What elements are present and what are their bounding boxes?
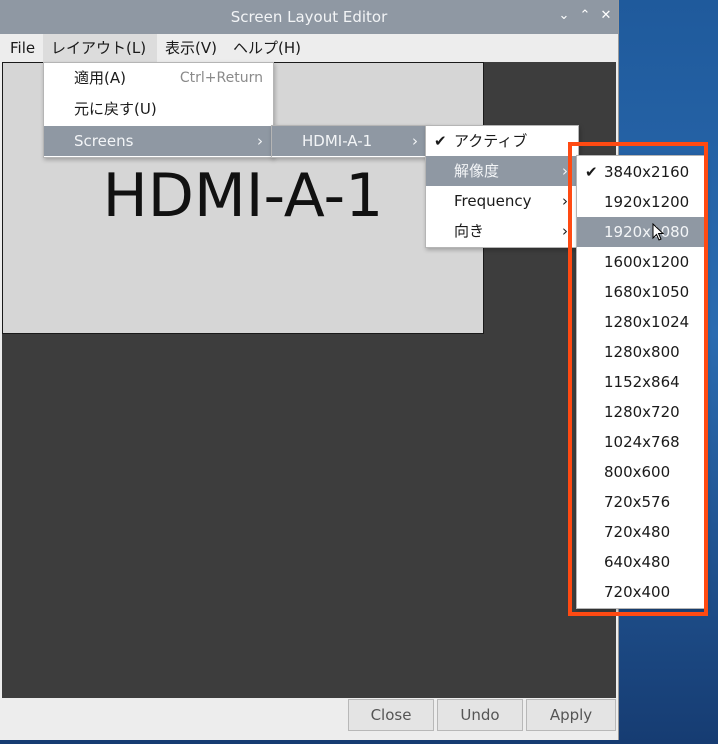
menu-item-active[interactable]: ✔ アクティブ [426, 126, 578, 156]
menu-item-screens[interactable]: Screens › [44, 126, 273, 156]
active-label: アクティブ [454, 132, 528, 150]
apply-button[interactable]: Apply [526, 699, 616, 731]
hdmi-a-1-label: HDMI-A-1 [302, 132, 373, 150]
check-icon: ✔ [434, 132, 447, 150]
resolution-label: 解像度 [454, 162, 500, 180]
screens-label: Screens [74, 132, 134, 150]
menu-item-resolution[interactable]: 解像度 › [426, 156, 578, 186]
apply-shortcut: Ctrl+Return [179, 70, 263, 86]
menu-item-revert[interactable]: 元に戻す(U) [44, 94, 273, 124]
menu-help[interactable]: ヘルプ(H) [225, 34, 309, 62]
revert-label: 元に戻す(U) [74, 100, 157, 118]
menu-item-orientation[interactable]: 向き › [426, 216, 578, 246]
minimize-icon[interactable]: ⌄ [556, 7, 572, 25]
layout-menu: 適用(A) Ctrl+Return 元に戻す(U) Screens › [43, 62, 274, 158]
screens-submenu: HDMI-A-1 › [271, 125, 429, 158]
screen-label: HDMI-A-1 [102, 161, 384, 231]
frequency-label: Frequency [454, 192, 532, 210]
button-bar: Close Undo Apply [0, 698, 618, 740]
hdmi-submenu: ✔ アクティブ 解像度 › Frequency › 向き › [425, 125, 579, 248]
menu-file[interactable]: File [2, 34, 43, 62]
close-button[interactable]: Close [348, 699, 434, 731]
title-bar[interactable]: Screen Layout Editor ⌄ ⌃ ✕ [0, 0, 618, 34]
apply-label: 適用(A) [74, 69, 126, 87]
maximize-icon[interactable]: ⌃ [577, 7, 593, 25]
menu-item-apply[interactable]: 適用(A) Ctrl+Return [44, 63, 273, 93]
menu-layout[interactable]: レイアウト(L) [43, 34, 157, 62]
menu-item-frequency[interactable]: Frequency › [426, 186, 578, 216]
undo-button[interactable]: Undo [437, 699, 523, 731]
submenu-arrow-icon: › [257, 132, 263, 150]
orientation-label: 向き [454, 222, 485, 240]
window-title: Screen Layout Editor [230, 8, 388, 26]
menu-view[interactable]: 表示(V) [157, 34, 225, 62]
annotation-highlight-box [568, 142, 708, 616]
close-icon[interactable]: ✕ [598, 7, 614, 25]
submenu-arrow-icon: › [412, 132, 418, 150]
mouse-pointer-icon [652, 223, 664, 241]
menu-bar: File レイアウト(L) 表示(V) ヘルプ(H) [0, 34, 618, 62]
menu-item-hdmi-a-1[interactable]: HDMI-A-1 › [272, 126, 428, 156]
